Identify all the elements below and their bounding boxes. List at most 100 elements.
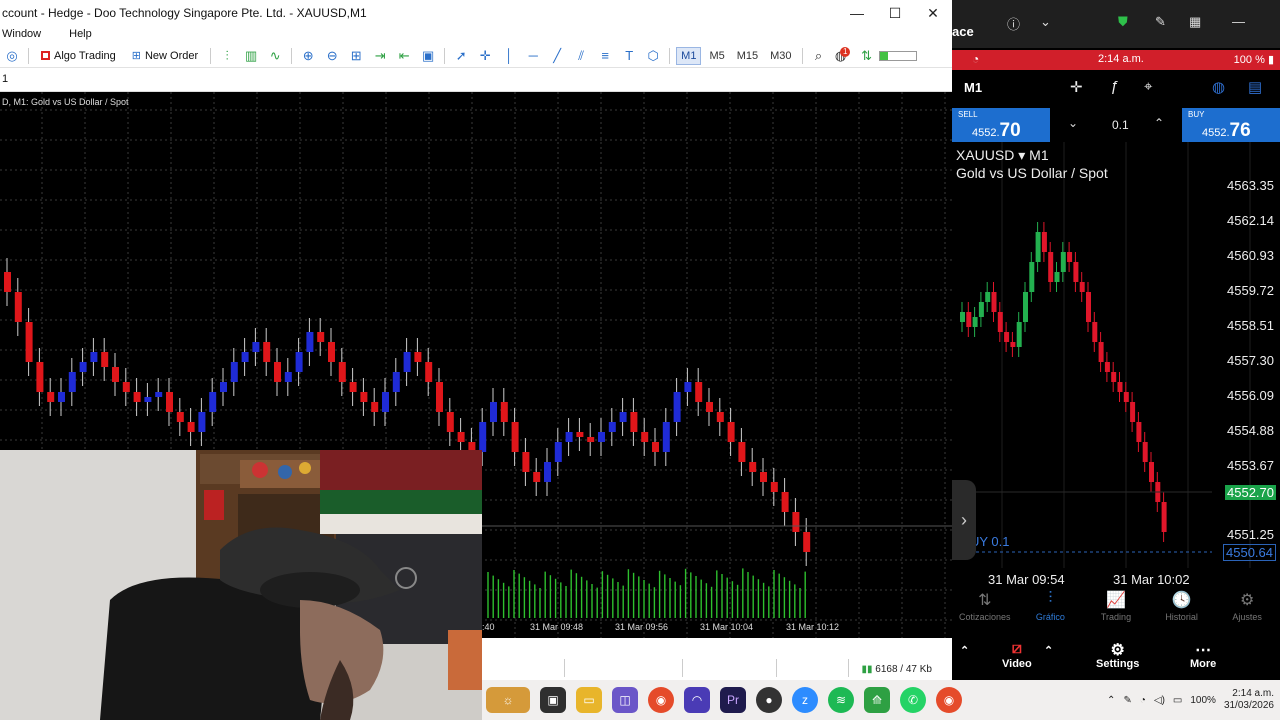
tile-windows-icon[interactable]: ⊞ <box>344 45 368 67</box>
candle-body <box>263 342 271 362</box>
line-chart-icon[interactable]: ∿ <box>263 45 287 67</box>
zoom-icon[interactable]: z <box>792 687 818 713</box>
crosshair-icon[interactable]: ✛ <box>1070 78 1083 96</box>
desktop: ccount - Hedge - Doo Technology Singapor… <box>0 0 1280 720</box>
nav-trading[interactable]: 📈 Trading <box>1083 590 1149 630</box>
increase-lot-icon[interactable]: ⌃ <box>1154 116 1164 130</box>
indicator-icon[interactable]: ƒ <box>1110 78 1118 95</box>
zoom-in-icon[interactable]: ⊕ <box>296 45 320 67</box>
cursor-icon[interactable]: ➚ <box>449 45 473 67</box>
fibonacci-icon[interactable]: ≡ <box>593 45 617 67</box>
buy-button[interactable]: BUY 4552.76 <box>1182 108 1280 142</box>
wifi-icon[interactable]: ◔ <box>1140 695 1146 706</box>
price-tick: 4563.35 <box>1227 178 1274 193</box>
candle-body <box>133 392 141 402</box>
headset-icon[interactable]: ◠ <box>684 687 710 713</box>
screenshot-icon[interactable]: ▣ <box>416 45 440 67</box>
chevron-down-icon[interactable]: ⌄ <box>1040 14 1051 30</box>
bar-chart-icon[interactable]: ⫶ <box>215 45 239 67</box>
algo-trading-button[interactable]: Algo Trading <box>33 45 124 67</box>
app-icon[interactable]: ◫ <box>612 687 638 713</box>
candle-body <box>403 352 411 372</box>
candle-body <box>252 342 260 352</box>
chevron-up-icon[interactable]: ⌃ <box>1044 644 1053 657</box>
chevron-up-icon[interactable]: ⌃ <box>1107 695 1115 706</box>
timeframe-m1[interactable]: M1 <box>676 46 702 65</box>
chrome-icon[interactable]: ◉ <box>648 687 674 713</box>
more-icon: ⋯ <box>1195 642 1212 659</box>
edit-icon[interactable]: ✎ <box>1155 14 1166 30</box>
settings-button[interactable]: ⚙ Settings <box>1096 640 1139 670</box>
video-button[interactable]: ⧄ Video <box>1002 640 1032 670</box>
spotify-icon[interactable]: ≋ <box>828 687 854 713</box>
decrease-lot-icon[interactable]: ⌄ <box>1068 116 1078 130</box>
trade-icon[interactable]: ▤ <box>1248 78 1262 96</box>
nav-settings[interactable]: ⚙ Ajustes <box>1214 590 1280 630</box>
minimize-button[interactable]: — <box>838 0 876 26</box>
chevron-up-icon[interactable]: ⌃ <box>960 644 969 657</box>
channel-icon[interactable]: ⫽ <box>569 45 593 67</box>
horizontal-line-icon[interactable]: ─ <box>521 45 545 67</box>
phone-battery-level: 100 % <box>1233 54 1265 66</box>
text-icon[interactable]: T <box>617 45 641 67</box>
new-order-button[interactable]: ⊞ New Order <box>124 45 206 67</box>
task-view-icon[interactable]: ▣ <box>540 687 566 713</box>
mobile-candle-body <box>1054 272 1060 282</box>
grid-icon[interactable]: ▦ <box>1189 14 1201 30</box>
mobile-candle-body <box>1041 232 1047 252</box>
panel-toggle-handle[interactable]: › <box>952 480 976 560</box>
mobile-date-label: 31 Mar 09:54 <box>988 572 1065 587</box>
candle-body <box>25 322 33 362</box>
candle-body <box>241 352 249 362</box>
account-icon[interactable]: ◍ <box>1212 78 1225 96</box>
premiere-icon[interactable]: Pr <box>720 687 746 713</box>
taskbar-clock[interactable]: 2:14 a.m. 31/03/2026 <box>1224 688 1274 712</box>
notifications-icon[interactable]: ◍1 <box>831 45 855 67</box>
candlestick-icon[interactable]: ▥ <box>239 45 263 67</box>
whatsapp-icon[interactable]: ✆ <box>900 687 926 713</box>
widgets-icon[interactable]: ☼ <box>486 687 530 713</box>
pen-icon[interactable]: ✎ <box>1123 695 1131 706</box>
mobile-price-chart[interactable]: XAUUSD ▾ M1 Gold vs US Dollar / Spot 456… <box>952 142 1280 568</box>
menu-help[interactable]: Help <box>67 26 100 44</box>
trend-line-icon[interactable]: ╱ <box>545 45 569 67</box>
battery-icon[interactable]: ▭ <box>1173 695 1182 706</box>
nav-chart[interactable]: ⫶ Gráfico <box>1018 590 1084 630</box>
timeframe-m30[interactable]: M30 <box>766 48 795 64</box>
zoom-out-icon[interactable]: ⊖ <box>320 45 344 67</box>
chrome-icon[interactable]: ◉ <box>936 687 962 713</box>
info-icon[interactable]: ⓘ <box>1007 14 1020 33</box>
shapes-icon[interactable]: ⬡ <box>641 45 665 67</box>
candle-body <box>436 382 443 412</box>
objects-icon[interactable]: ⌖ <box>1144 78 1152 95</box>
metatrader-icon[interactable]: ⟰ <box>864 687 890 713</box>
nav-history[interactable]: 🕓 Historial <box>1149 590 1215 630</box>
timeframe-m5[interactable]: M5 <box>705 48 728 64</box>
quotes-icon: ⇅ <box>978 592 992 609</box>
maximize-button[interactable]: ☐ <box>876 0 914 26</box>
close-button[interactable]: ✕ <box>914 0 952 26</box>
vertical-line-icon[interactable]: │ <box>497 45 521 67</box>
more-button[interactable]: ⋯ More <box>1190 640 1216 670</box>
lot-size[interactable]: 0.1 <box>1112 118 1129 132</box>
file-explorer-icon[interactable]: ▭ <box>576 687 602 713</box>
network-traffic: 6168 / 47 Kb <box>875 664 932 675</box>
menu-window[interactable]: Window <box>0 26 49 44</box>
candle-body <box>328 342 335 362</box>
candle-body <box>749 462 757 472</box>
search-icon[interactable]: ⌕ <box>807 45 831 67</box>
sell-button[interactable]: SELL 4552.70 <box>952 108 1050 142</box>
candle-body <box>36 362 44 392</box>
timeframe-label[interactable]: M1 <box>964 80 982 95</box>
crosshair-icon[interactable]: ✛ <box>473 45 497 67</box>
timeframe-m15[interactable]: M15 <box>733 48 762 64</box>
minimize-icon[interactable]: — <box>1232 14 1245 29</box>
nav-quotes[interactable]: ⇅ Cotizaciones <box>952 590 1018 630</box>
globe-icon[interactable]: ◎ <box>0 45 24 67</box>
obs-icon[interactable]: ● <box>756 687 782 713</box>
volume-icon[interactable]: ◁) <box>1154 695 1165 706</box>
chart-shift-icon[interactable]: ⇤ <box>392 45 416 67</box>
auto-scroll-icon[interactable]: ⇥ <box>368 45 392 67</box>
candle-body <box>727 422 735 442</box>
mobile-symbol[interactable]: XAUUSD ▾ M1 <box>956 147 1049 164</box>
